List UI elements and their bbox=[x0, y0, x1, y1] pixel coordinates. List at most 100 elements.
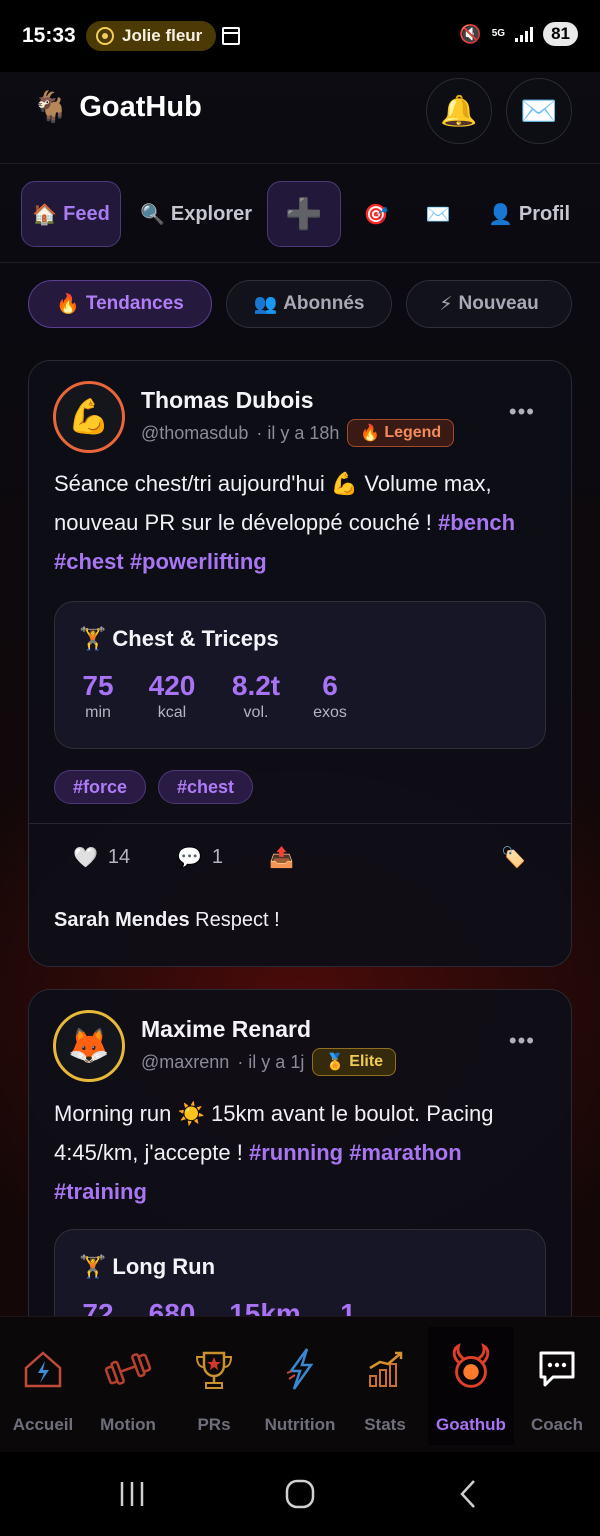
calendar-icon bbox=[222, 27, 240, 45]
heart-icon: 🤍 bbox=[73, 847, 98, 869]
back-button[interactable] bbox=[448, 1474, 488, 1514]
brand[interactable]: 🐐 GoatHub bbox=[32, 90, 202, 125]
filter-following-label: Abonnés bbox=[283, 293, 365, 314]
tab-goathub[interactable]: Goathub bbox=[428, 1327, 514, 1445]
post-text: Séance chest/tri aujourd'hui 💪 Volume ma… bbox=[54, 464, 549, 581]
plus-icon: ➕ bbox=[285, 197, 323, 231]
top-comment[interactable]: Sarah Mendes Respect ! bbox=[54, 909, 280, 932]
author-meta: @maxrenn · il y a 1j 🏅 Elite bbox=[141, 1048, 397, 1076]
post-tag[interactable]: #force bbox=[54, 770, 147, 804]
nav-profile-label: Profil bbox=[518, 202, 571, 225]
workout-title-label: Long Run bbox=[112, 1254, 216, 1279]
tab-prs[interactable]: PRs bbox=[171, 1327, 257, 1445]
tab-coach[interactable]: Coach bbox=[514, 1327, 600, 1445]
avatar[interactable]: 🦊 bbox=[53, 1010, 125, 1082]
speech-bubble-icon: 💬 bbox=[177, 847, 202, 869]
author-name[interactable]: Thomas Dubois bbox=[141, 387, 314, 414]
tab-goathub-label: Goathub bbox=[436, 1415, 506, 1434]
top-nav: 🏠 Feed 🔍 Explorer ➕ 🎯 ✉️ 👤 Profil bbox=[0, 165, 600, 263]
stat-label: min bbox=[85, 704, 111, 721]
rank-badge-label: Elite bbox=[349, 1053, 384, 1070]
tab-stats[interactable]: Stats bbox=[342, 1327, 428, 1445]
medal-icon: 🏅 bbox=[325, 1054, 346, 1071]
tab-accueil[interactable]: Accueil bbox=[0, 1327, 86, 1445]
nav-feed[interactable]: 🏠 Feed bbox=[21, 181, 121, 247]
mute-icon: 🔇 bbox=[459, 23, 482, 44]
post-time: · il y a 18h bbox=[256, 422, 340, 443]
workout-title-label: Chest & Triceps bbox=[112, 626, 279, 651]
divider bbox=[29, 823, 571, 824]
back-chevron-icon bbox=[460, 1480, 475, 1508]
bar-chart-icon bbox=[359, 1343, 411, 1395]
dumbbell-icon bbox=[102, 1343, 154, 1395]
avatar[interactable]: 💪 bbox=[53, 381, 125, 453]
post-text: Morning run ☀️ 15km avant le boulot. Pac… bbox=[54, 1094, 549, 1211]
filter-following[interactable]: 👥 Abonnés bbox=[226, 280, 392, 328]
comment-button[interactable]: 💬 1 bbox=[177, 845, 223, 870]
tab-coach-label: Coach bbox=[531, 1415, 583, 1434]
filter-new[interactable]: ⚡ Nouveau bbox=[406, 280, 572, 328]
nav-explorer[interactable]: 🔍 Explorer bbox=[134, 181, 258, 247]
lightning-icon bbox=[274, 1343, 326, 1395]
author-name[interactable]: Maxime Renard bbox=[141, 1016, 311, 1043]
battery-level: 81 bbox=[551, 24, 570, 43]
app-name: GoatHub bbox=[79, 91, 202, 123]
signal-icon bbox=[515, 26, 534, 42]
share-button[interactable]: 📤 bbox=[269, 845, 294, 870]
tab-motion[interactable]: Motion bbox=[85, 1327, 171, 1445]
home-circle-icon bbox=[285, 1479, 315, 1509]
share-tray-icon: 📤 bbox=[269, 847, 294, 869]
now-playing-title: Jolie fleur bbox=[122, 26, 203, 45]
tab-motion-label: Motion bbox=[100, 1415, 156, 1434]
house-icon bbox=[17, 1343, 69, 1395]
home-button[interactable] bbox=[280, 1474, 320, 1514]
now-playing-pill[interactable]: Jolie fleur bbox=[86, 21, 217, 51]
nav-challenges[interactable]: 🎯 bbox=[350, 181, 402, 247]
save-button[interactable]: 🏷️ bbox=[501, 845, 526, 870]
nav-explorer-label: Explorer bbox=[170, 202, 253, 225]
post-tag[interactable]: #chest bbox=[158, 770, 254, 804]
workout-stat: 6 exos bbox=[309, 670, 351, 722]
post-time: · il y a 1j bbox=[237, 1051, 305, 1072]
messages-button[interactable]: ✉️ bbox=[506, 78, 572, 144]
stat-value: 8.2t bbox=[231, 670, 281, 701]
nav-create-post[interactable]: ➕ bbox=[267, 181, 341, 247]
recent-apps-icon bbox=[120, 1482, 144, 1506]
tab-nutrition[interactable]: Nutrition bbox=[257, 1327, 343, 1445]
flexed-biceps-icon: 💪 bbox=[67, 398, 111, 436]
chat-bubble-icon bbox=[531, 1343, 583, 1395]
comment-author: Sarah Mendes bbox=[54, 909, 190, 931]
status-indicators: 🔇 5G 81 bbox=[459, 22, 578, 46]
tab-accueil-label: Accueil bbox=[12, 1415, 74, 1434]
filter-new-label: Nouveau bbox=[458, 293, 539, 314]
author-handle[interactable]: @maxrenn bbox=[141, 1052, 229, 1073]
notifications-button[interactable]: 🔔 bbox=[426, 78, 492, 144]
nav-feed-label: Feed bbox=[63, 202, 110, 225]
workout-summary[interactable]: 🏋️ Chest & Triceps 75 min 420 kcal 8.2t … bbox=[54, 601, 546, 749]
goat-horns-icon bbox=[445, 1343, 497, 1395]
nav-messages[interactable]: ✉️ bbox=[412, 181, 464, 247]
goat-logo-icon: 🐐 bbox=[32, 91, 70, 124]
filter-trending[interactable]: 🔥 Tendances bbox=[28, 280, 212, 328]
status-time: 15:33 bbox=[22, 24, 76, 47]
more-options-icon[interactable]: ••• bbox=[509, 399, 535, 425]
lightning-icon: ⚡ bbox=[439, 293, 453, 315]
stat-label: kcal bbox=[157, 704, 187, 721]
workout-stat: 8.2t vol. bbox=[225, 670, 287, 722]
app-screen: 15:33 Jolie fleur 🔇 5G 81 🐐 GoatHub 🔔 ✉️ bbox=[0, 0, 600, 1536]
fire-icon: 🔥 bbox=[56, 294, 80, 315]
envelope-icon: ✉️ bbox=[520, 94, 558, 128]
search-icon: 🔍 bbox=[139, 203, 165, 226]
more-options-icon[interactable]: ••• bbox=[509, 1028, 535, 1054]
bottom-tab-bar: Accueil Motion PRs Nutrition Stats Goath… bbox=[0, 1316, 600, 1452]
like-button[interactable]: 🤍 14 bbox=[73, 845, 130, 870]
nav-profile[interactable]: 👤 Profil bbox=[478, 181, 580, 247]
author-handle[interactable]: @thomasdub bbox=[141, 423, 248, 444]
weightlifter-icon: 🏋️ bbox=[79, 1254, 107, 1279]
comment-count: 1 bbox=[211, 846, 224, 868]
fox-icon: 🦊 bbox=[67, 1027, 111, 1065]
user-icon: 👤 bbox=[487, 203, 513, 226]
recent-apps-button[interactable] bbox=[112, 1474, 152, 1514]
network-type: 5G bbox=[491, 28, 506, 39]
stat-label: exos bbox=[313, 704, 347, 721]
